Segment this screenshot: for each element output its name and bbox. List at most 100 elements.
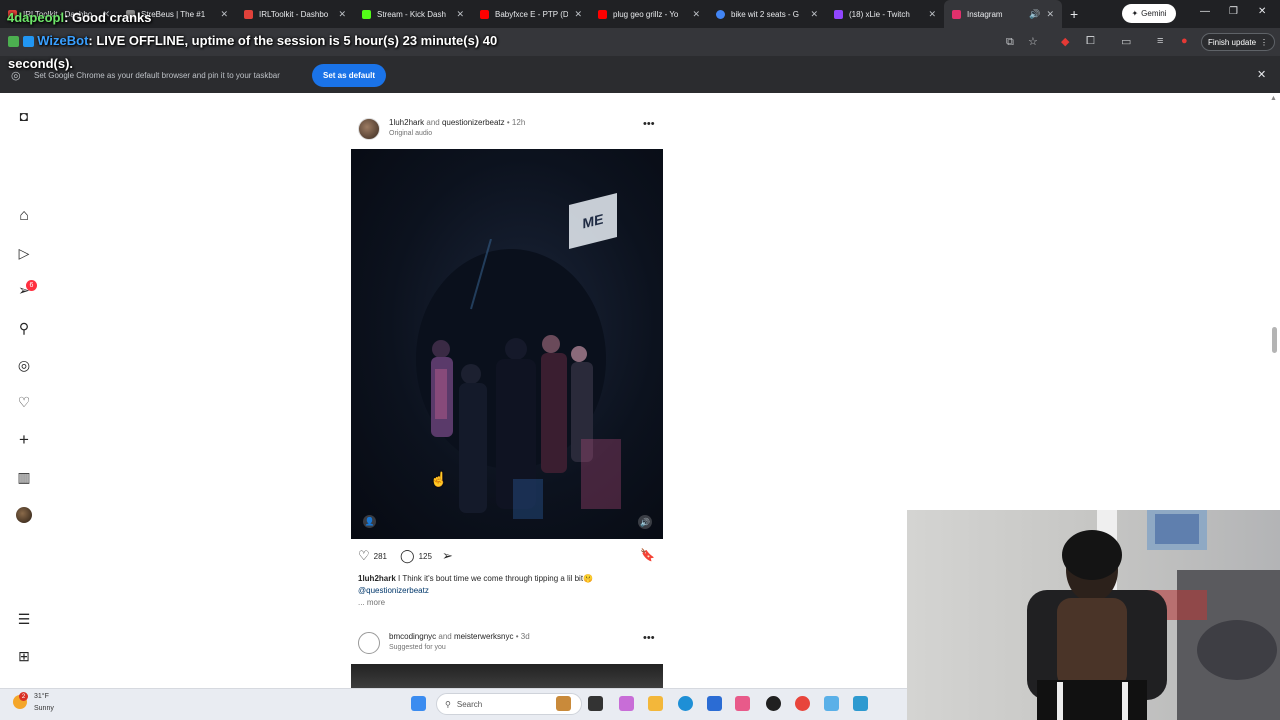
weather-condition[interactable]: Sunny (34, 705, 54, 712)
close-tab-icon[interactable]: ✕ (928, 9, 936, 20)
post-header: bmcodingnyc and meisterwerksnyc • 3d Sug… (358, 632, 663, 662)
close-tab-icon[interactable]: ✕ (574, 9, 582, 20)
weather-temperature[interactable]: 31°F (34, 693, 49, 700)
scrollbar-thumb[interactable] (1272, 327, 1277, 353)
also-from-meta-icon[interactable]: ⊞ (14, 646, 34, 666)
save-icon[interactable]: 🔖 (640, 548, 655, 562)
edge-browser-icon[interactable] (678, 696, 693, 711)
file-explorer-icon[interactable] (648, 696, 663, 711)
finish-update-button[interactable]: Finish update ⋮ (1201, 33, 1275, 51)
gemini-button[interactable]: ✦ Gemini (1122, 4, 1176, 23)
new-tab-icon[interactable]: + (1070, 6, 1078, 22)
sound-icon[interactable]: 🔊 (638, 515, 652, 529)
bot-text-continued: second(s). (8, 56, 74, 71)
post-timestamp: • 3d (515, 632, 530, 641)
install-app-icon[interactable]: ⧉ (1006, 36, 1014, 49)
like-button[interactable]: ♡ 281 (358, 548, 387, 564)
caption-username[interactable]: 1luh2hark (358, 574, 396, 583)
tab-title: StreBeus | The #1 (141, 9, 206, 19)
restore-icon[interactable]: ❐ (1229, 6, 1238, 17)
post-avatar[interactable] (358, 118, 380, 140)
close-icon[interactable]: ✕ (1257, 68, 1266, 81)
comment-count: 125 (418, 551, 432, 561)
post-username[interactable]: questionizerbeatz (442, 118, 505, 127)
post-username[interactable]: 1luh2hark (389, 118, 424, 127)
reels-icon[interactable]: ▷ (14, 243, 34, 263)
caption-mention-link[interactable]: @questionizerbeatz (358, 586, 429, 595)
bot-badge-icon (22, 36, 34, 48)
post-username[interactable]: meisterwerksnyc (454, 632, 514, 641)
copilot-icon[interactable] (619, 696, 634, 711)
post-actions: ♡ 281 ◯ 125 ➢ 🔖 (358, 548, 663, 564)
minimize-icon[interactable]: — (1200, 6, 1210, 17)
browser-tab[interactable]: Stream - Kick Dash ✕ (354, 0, 472, 28)
more-options-icon[interactable]: ••• (643, 118, 655, 130)
browser-tab[interactable]: Babyfxce E - PTP (D ✕ (472, 0, 590, 28)
comment-icon: ◯ (400, 548, 415, 563)
side-panel-icon[interactable]: ▭ (1121, 35, 1131, 48)
create-icon[interactable]: + (14, 430, 34, 450)
extension-icon[interactable]: ◆ (1061, 35, 1069, 48)
gemini-label: Gemini (1141, 9, 1167, 18)
comment-button[interactable]: ◯ 125 (400, 548, 432, 564)
chrome-icon[interactable] (795, 696, 810, 711)
close-tab-icon[interactable]: ✕ (1046, 9, 1054, 20)
close-tab-icon[interactable]: ✕ (220, 9, 228, 20)
more-menu-icon[interactable]: ☰ (14, 609, 34, 629)
post-timestamp: • 12h (506, 118, 526, 127)
profile-avatar[interactable] (16, 507, 32, 523)
menu-dots-icon: ⋮ (1260, 37, 1269, 47)
close-tab-icon[interactable]: ✕ (692, 9, 700, 20)
widgets-icon[interactable] (556, 696, 571, 711)
tab-favicon (480, 9, 489, 19)
tab-favicon (362, 9, 371, 19)
caption-more-link[interactable]: ... more (358, 598, 385, 607)
scroll-up-arrow-icon[interactable]: ▲ (1270, 95, 1277, 102)
close-window-icon[interactable]: ✕ (1258, 6, 1266, 17)
post-authors-joiner: and (436, 632, 454, 641)
post-username[interactable]: bmcodingnyc (389, 632, 436, 641)
close-tab-icon[interactable]: ✕ (456, 9, 464, 20)
tab-favicon (598, 9, 607, 19)
tab-title: plug geo grillz - Yo (613, 9, 679, 19)
set-as-default-button[interactable]: Set as default (312, 64, 386, 87)
dashboard-icon[interactable]: ▥ (14, 467, 34, 487)
notifications-icon[interactable]: ♡ (14, 392, 34, 412)
app-icon[interactable] (824, 696, 839, 711)
task-view-icon[interactable] (588, 696, 603, 711)
windows-start-icon[interactable] (411, 696, 426, 711)
speaker-icon[interactable]: 🔊 (1029, 9, 1040, 20)
webcam-scene (1027, 510, 1280, 720)
instagram-icon[interactable]: ◘ (14, 106, 34, 126)
explore-icon[interactable]: ◎ (14, 355, 34, 375)
browser-tab[interactable]: plug geo grillz - Yo ✕ (590, 0, 708, 28)
chat-overlay-message: 4dapeopl: Good cranks (7, 10, 152, 25)
post-audio-label[interactable]: Original audio (389, 130, 432, 137)
bookmark-star-icon[interactable]: ☆ (1028, 35, 1038, 48)
more-options-icon[interactable]: ••• (643, 632, 655, 644)
store-icon[interactable] (707, 696, 722, 711)
share-button[interactable]: ➢ (442, 548, 453, 564)
close-tab-icon[interactable]: ✕ (810, 9, 818, 20)
browser-tab-active[interactable]: Instagram 🔊 ✕ (944, 0, 1062, 28)
extensions-puzzle-icon[interactable]: ⧠ (1086, 35, 1095, 48)
heart-icon: ♡ (358, 548, 370, 563)
tab-favicon (952, 9, 961, 19)
bot-text: : LIVE OFFLINE, uptime of the session is… (88, 33, 498, 48)
media-controls-icon[interactable]: ≡ (1157, 35, 1163, 47)
search-icon: ⚲ (445, 699, 451, 709)
obs-icon[interactable] (766, 696, 781, 711)
profile-icon[interactable]: ● (1181, 35, 1188, 47)
tagged-user-icon[interactable]: 👤 (363, 515, 376, 528)
browser-tab[interactable]: bike wit 2 seats - G ✕ (708, 0, 826, 28)
close-tab-icon[interactable]: ✕ (338, 9, 346, 20)
notepad-icon[interactable] (853, 696, 868, 711)
browser-tab[interactable]: IRLToolkit - Dashbo ✕ (236, 0, 354, 28)
browser-tab[interactable]: (18) xLie - Twitch ✕ (826, 0, 944, 28)
discord-icon[interactable] (735, 696, 750, 711)
taskbar-search-placeholder: Search (456, 699, 483, 709)
post-avatar[interactable] (358, 632, 380, 654)
post-video[interactable]: ME 👤 🔊 (351, 149, 663, 539)
search-icon[interactable]: ⚲ (14, 318, 34, 338)
home-icon[interactable]: ⌂ (14, 206, 34, 226)
